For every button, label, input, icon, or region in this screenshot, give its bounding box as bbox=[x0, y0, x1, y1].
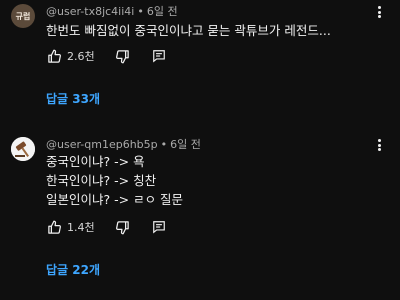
avatar[interactable]: 규럽 bbox=[11, 4, 35, 28]
meta-separator: • bbox=[137, 5, 144, 18]
comment-icon[interactable] bbox=[151, 219, 167, 235]
thumb-up-icon[interactable] bbox=[46, 219, 62, 235]
comment-actions: 1.4천 bbox=[46, 218, 167, 236]
comment-text-line: 일본인이냐? -> ㄹㅇ 질문 bbox=[46, 192, 184, 207]
username[interactable]: @user-tx8jc4ii4i bbox=[46, 5, 134, 18]
comment-actions: 2.6천 bbox=[46, 47, 167, 65]
like-count: 1.4천 bbox=[67, 221, 95, 234]
avatar[interactable] bbox=[11, 137, 35, 161]
comments-page: 규럽 @user-tx8jc4ii4i • 6일 전 한번도 빠짐없이 중국인이냐고… bbox=[0, 0, 400, 300]
timestamp[interactable]: 6일 전 bbox=[147, 5, 178, 18]
comment-text-line: 중국인이냐? -> 욕 bbox=[46, 154, 145, 169]
gavel-icon bbox=[11, 137, 35, 161]
thumb-down-icon[interactable] bbox=[115, 219, 131, 235]
replies-toggle[interactable]: 답글 22개 bbox=[46, 261, 100, 278]
avatar-label: 규럽 bbox=[15, 11, 31, 21]
timestamp[interactable]: 6일 전 bbox=[170, 138, 201, 151]
comment-meta: @user-tx8jc4ii4i • 6일 전 bbox=[46, 3, 178, 19]
meta-separator: • bbox=[160, 138, 168, 151]
more-vertical-icon[interactable] bbox=[372, 4, 386, 20]
thumb-down-icon[interactable] bbox=[115, 48, 131, 64]
replies-toggle[interactable]: 답글 33개 bbox=[46, 90, 100, 107]
comment-meta: @user-qm1ep6hb5p • 6일 전 bbox=[46, 136, 201, 152]
comment-text-line: 한국인이냐? -> 칭찬 bbox=[46, 173, 157, 188]
comment-text-line: 한번도 빠짐없이 중국인이냐고 묻는 곽튜브가 레전드... bbox=[46, 23, 331, 38]
more-vertical-icon[interactable] bbox=[372, 137, 386, 153]
thumb-up-icon[interactable] bbox=[46, 48, 62, 64]
like-count: 2.6천 bbox=[67, 50, 95, 63]
comment-icon[interactable] bbox=[151, 48, 167, 64]
username[interactable]: @user-qm1ep6hb5p bbox=[46, 138, 158, 151]
